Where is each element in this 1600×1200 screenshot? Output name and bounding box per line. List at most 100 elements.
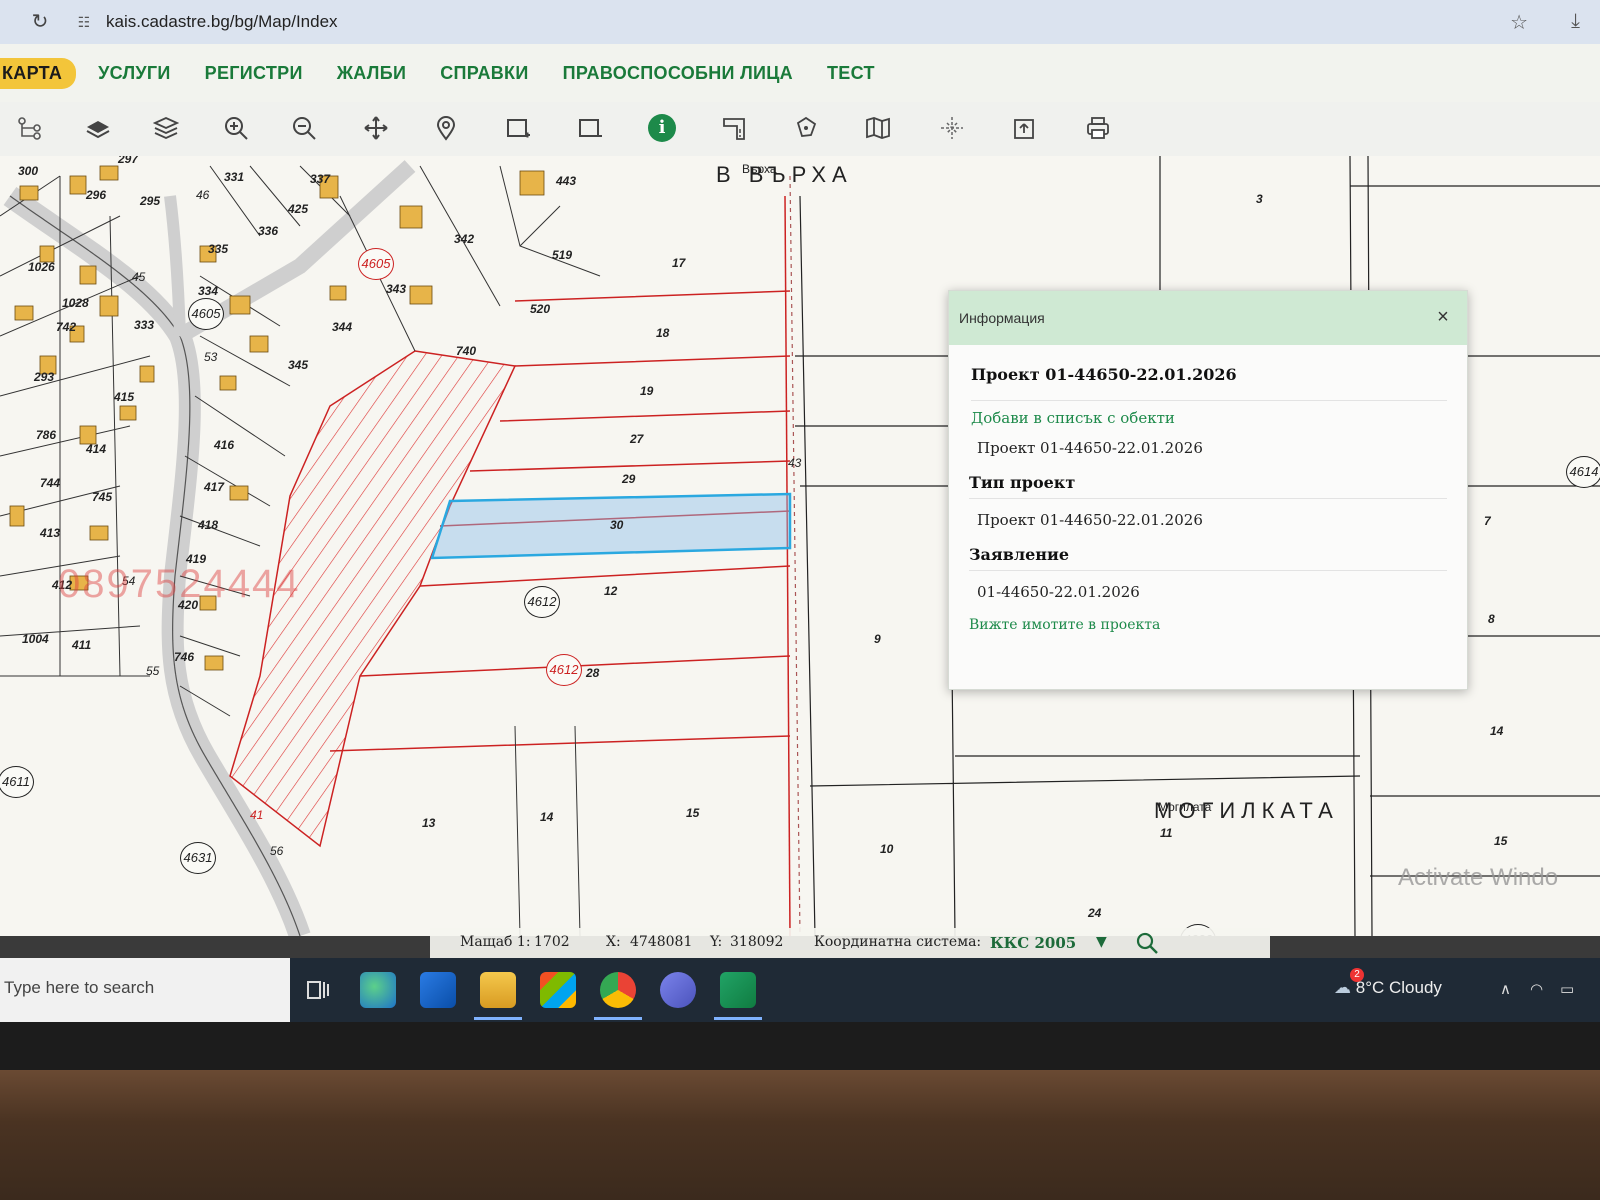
parcel-17[interactable]: 17 xyxy=(672,256,685,270)
parcel-336[interactable]: 336 xyxy=(258,224,278,238)
chevron-up-icon[interactable]: ∧ xyxy=(1500,980,1511,998)
parcel-333[interactable]: 333 xyxy=(134,318,154,332)
parcel-295[interactable]: 295 xyxy=(140,194,160,208)
parcel-417[interactable]: 417 xyxy=(204,480,224,494)
weather-widget[interactable]: ☁ 8°C Cloudy xyxy=(1334,978,1442,998)
parcel-331[interactable]: 331 xyxy=(224,170,244,184)
nav-item-references[interactable]: СПРАВКИ xyxy=(440,63,528,84)
parcel-27[interactable]: 27 xyxy=(630,432,643,446)
parcel-300[interactable]: 300 xyxy=(18,164,38,178)
parcel-296[interactable]: 296 xyxy=(86,188,106,202)
parcel-520[interactable]: 520 xyxy=(530,302,550,316)
download-icon[interactable]: ⤓ xyxy=(1571,10,1580,33)
nav-item-complaints[interactable]: ЖАЛБИ xyxy=(337,63,407,84)
select-rect-icon[interactable] xyxy=(502,112,534,144)
parcel-12[interactable]: 12 xyxy=(604,584,617,598)
reload-icon[interactable]: ↻ xyxy=(28,10,52,34)
parcel-742[interactable]: 742 xyxy=(56,320,76,334)
export-icon[interactable] xyxy=(1008,112,1040,144)
parcel-11[interactable]: 11 xyxy=(1160,826,1172,840)
parcel-443[interactable]: 443 xyxy=(556,174,576,188)
parcel-29[interactable]: 29 xyxy=(622,472,635,486)
info-icon[interactable]: i xyxy=(646,112,678,144)
nav-item-services[interactable]: УСЛУГИ xyxy=(98,63,171,84)
parcel-425[interactable]: 425 xyxy=(288,202,308,216)
parcel-337[interactable]: 337 xyxy=(310,172,330,186)
parcel-344[interactable]: 344 xyxy=(332,320,352,334)
parcel-345[interactable]: 345 xyxy=(288,358,308,372)
parcel-335[interactable]: 335 xyxy=(208,242,228,256)
parcel-15[interactable]: 15 xyxy=(686,806,699,820)
file-explorer-icon[interactable] xyxy=(474,972,522,1020)
parcel-744[interactable]: 744 xyxy=(40,476,60,490)
parcel-15-right[interactable]: 15 xyxy=(1494,834,1507,848)
chrome-icon[interactable] xyxy=(594,972,642,1020)
search-icon[interactable] xyxy=(1132,928,1162,958)
location-pin-icon[interactable] xyxy=(430,112,462,144)
tree-icon[interactable] xyxy=(14,112,46,144)
coordinates-icon[interactable] xyxy=(936,112,968,144)
view-properties-link[interactable]: Вижте имотите в проекта xyxy=(969,617,1447,633)
parcel-746[interactable]: 746 xyxy=(174,650,194,664)
parcel-28[interactable]: 28 xyxy=(586,666,599,680)
parcel-293[interactable]: 293 xyxy=(34,370,54,384)
parcel-1026[interactable]: 1026 xyxy=(28,260,55,274)
chevron-down-icon[interactable]: ▼ xyxy=(1096,934,1107,950)
nav-item-map[interactable]: КАРТА xyxy=(0,57,77,89)
map-icon[interactable] xyxy=(862,112,894,144)
parcel-342[interactable]: 342 xyxy=(454,232,474,246)
zoom-in-icon[interactable] xyxy=(220,112,252,144)
parcel-14[interactable]: 14 xyxy=(540,810,553,824)
pan-icon[interactable] xyxy=(360,112,392,144)
parcel-30[interactable]: 30 xyxy=(610,518,623,532)
layers-icon[interactable] xyxy=(150,112,182,144)
print-icon[interactable] xyxy=(1082,112,1114,144)
parcel-13[interactable]: 13 xyxy=(422,816,435,830)
parcel-740[interactable]: 740 xyxy=(456,344,476,358)
parcel-411[interactable]: 411 xyxy=(72,638,91,652)
nav-item-test[interactable]: ТЕСТ xyxy=(827,63,875,84)
parcel-786[interactable]: 786 xyxy=(36,428,56,442)
edge-icon[interactable] xyxy=(360,972,396,1008)
store-icon[interactable] xyxy=(540,972,576,1008)
parcel-1028[interactable]: 1028 xyxy=(62,296,89,310)
url-text[interactable]: kais.cadastre.bg/bg/Map/Index xyxy=(106,12,338,32)
layers-flat-icon[interactable] xyxy=(82,112,114,144)
deselect-rect-icon[interactable] xyxy=(574,112,606,144)
parcel-10[interactable]: 10 xyxy=(880,842,893,856)
parcel-745[interactable]: 745 xyxy=(92,490,112,504)
parcel-14-right[interactable]: 14 xyxy=(1490,724,1503,738)
parcel-8[interactable]: 8 xyxy=(1488,612,1495,626)
parcel-9[interactable]: 9 xyxy=(874,632,881,646)
nav-item-licensed-persons[interactable]: ПРАВОСПОСОБНИ ЛИЦА xyxy=(563,63,793,84)
wifi-icon[interactable]: ◠ xyxy=(1530,980,1543,998)
parcel-24[interactable]: 24 xyxy=(1088,906,1101,920)
battery-icon[interactable]: ▭ xyxy=(1560,980,1574,998)
parcel-413[interactable]: 413 xyxy=(40,526,60,540)
parcel-1004[interactable]: 1004 xyxy=(22,632,49,646)
polygon-icon[interactable] xyxy=(790,112,822,144)
outlook-icon[interactable] xyxy=(420,972,456,1008)
parcel-19[interactable]: 19 xyxy=(640,384,653,398)
parcel-297[interactable]: 297 xyxy=(118,156,138,166)
close-icon[interactable]: × xyxy=(1433,307,1453,327)
add-to-list-link[interactable]: Добави в списък с обекти xyxy=(971,400,1447,427)
zoom-out-icon[interactable] xyxy=(288,112,320,144)
nav-item-registers[interactable]: РЕГИСТРИ xyxy=(205,63,303,84)
parcel-416[interactable]: 416 xyxy=(214,438,234,452)
taskbar-search-box[interactable]: Type here to search xyxy=(0,958,290,1022)
parcel-343[interactable]: 343 xyxy=(386,282,406,296)
parcel-415[interactable]: 415 xyxy=(114,390,134,404)
bookmark-star-icon[interactable]: ☆ xyxy=(1510,10,1528,35)
parcel-414[interactable]: 414 xyxy=(86,442,106,456)
parcel-334[interactable]: 334 xyxy=(198,284,218,298)
parcel-418[interactable]: 418 xyxy=(198,518,218,532)
coordinate-system-select[interactable]: ККС 2005 xyxy=(990,934,1076,952)
measure-icon[interactable] xyxy=(718,112,750,144)
parcel-519[interactable]: 519 xyxy=(552,248,572,262)
parcel-3[interactable]: 3 xyxy=(1256,192,1263,206)
site-info-icon[interactable]: ☷ xyxy=(74,12,94,32)
parcel-7[interactable]: 7 xyxy=(1484,514,1491,528)
parcel-18[interactable]: 18 xyxy=(656,326,669,340)
teams-icon[interactable] xyxy=(660,972,696,1008)
